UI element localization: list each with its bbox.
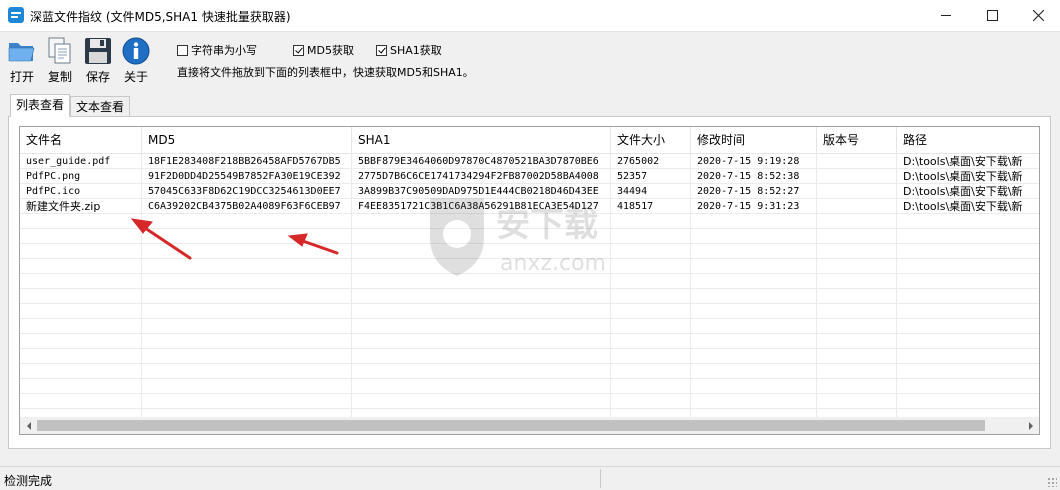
scrollbar-thumb[interactable]: [37, 420, 985, 431]
grid-line: [20, 288, 1039, 289]
sha1-option[interactable]: SHA1获取: [376, 42, 442, 58]
hint-text: 直接将文件拖放到下面的列表框中，快速获取MD5和SHA1。: [177, 66, 474, 79]
about-button[interactable]: 关于: [118, 36, 154, 86]
cell-path: D:\tools\桌面\安下载\新: [903, 200, 1023, 213]
tab-text-view[interactable]: 文本查看: [70, 96, 131, 116]
md5-option[interactable]: MD5获取: [293, 42, 354, 58]
cell-version: [817, 184, 897, 199]
cell-md5: 57045C633F8D62C19DCC3254613D0EE7: [148, 186, 341, 197]
resize-grip-icon[interactable]: [1047, 477, 1057, 487]
tab-list-view-label: 列表查看: [16, 98, 65, 112]
cell-md5: 18F1E283408F218BB26458AFD5767DB5: [148, 156, 341, 167]
about-label: 关于: [123, 70, 148, 84]
cell-sha1: 5BBF879E3464060D97870C4870521BA3D7870BE6: [358, 156, 599, 167]
list-header: 文件名 MD5 SHA1 文件大小 修改时间 版本号 路径: [20, 127, 1039, 154]
cell-version: [817, 169, 897, 184]
cell-filename: PdfPC.png: [26, 171, 81, 182]
cell-filename: 新建文件夹.zip: [26, 200, 101, 213]
close-icon: [1032, 10, 1044, 21]
grid-line: [20, 393, 1039, 394]
chevron-left-icon: [26, 421, 31, 430]
maximize-button[interactable]: [969, 0, 1015, 31]
cell-filename: PdfPC.ico: [26, 186, 81, 197]
column-header-md5[interactable]: MD5: [142, 127, 352, 153]
copy-label: 复制: [47, 70, 72, 84]
grid-line: [20, 363, 1039, 364]
column-header-sha1[interactable]: SHA1: [352, 127, 611, 153]
lowercase-label: 字符串为小写: [191, 44, 257, 57]
status-separator: [600, 469, 601, 488]
chevron-right-icon: [1028, 421, 1033, 430]
cell-md5: C6A39202CB4375B02A4089F63F6CEB97: [148, 201, 341, 212]
tab-text-view-label: 文本查看: [76, 100, 125, 114]
cell-modified: 2020-7-15 8:52:38: [697, 171, 800, 182]
shield-icon: 安下载 anxz.com: [430, 198, 606, 276]
cell-version: [817, 154, 897, 169]
watermark-logo: 安下载 anxz.com: [420, 190, 640, 283]
column-header-path[interactable]: 路径: [897, 127, 1039, 153]
cell-path: D:\tools\桌面\安下载\新: [903, 170, 1023, 183]
window-title: 深蓝文件指纹 (文件MD5,SHA1 快速批量获取器): [30, 10, 291, 24]
tab-list-view[interactable]: 列表查看: [10, 94, 71, 117]
column-header-filename[interactable]: 文件名: [20, 127, 142, 153]
lowercase-option[interactable]: 字符串为小写: [177, 42, 257, 58]
sha1-label: SHA1获取: [390, 44, 442, 57]
open-button[interactable]: 打开: [4, 36, 40, 86]
column-header-version[interactable]: 版本号: [817, 127, 897, 153]
folder-open-icon: [8, 43, 35, 62]
cell-sha1: 2775D7B6C6CE1741734294F2FB87002D58BA4008: [358, 171, 599, 182]
info-icon: [122, 37, 150, 65]
close-button[interactable]: [1015, 0, 1060, 31]
column-header-modified[interactable]: 修改时间: [691, 127, 817, 153]
open-label: 打开: [9, 70, 34, 84]
cell-size: 52357: [617, 171, 648, 182]
cell-size: 2765002: [617, 156, 660, 167]
md5-checkbox[interactable]: [293, 44, 304, 56]
lowercase-checkbox[interactable]: [177, 44, 188, 56]
status-text: 检测完成: [4, 474, 53, 488]
copy-icon: [48, 37, 71, 64]
cell-path: D:\tools\桌面\安下载\新: [903, 185, 1023, 198]
cell-modified: 2020-7-15 9:31:23: [697, 201, 800, 212]
maximize-icon: [986, 10, 998, 21]
save-icon: [85, 38, 111, 64]
title-bar: 深蓝文件指纹 (文件MD5,SHA1 快速批量获取器): [0, 0, 1060, 32]
grid-line: [20, 408, 1039, 409]
grid-line: [20, 348, 1039, 349]
sha1-checkbox[interactable]: [376, 44, 387, 56]
cell-path: D:\tools\桌面\安下载\新: [903, 155, 1023, 168]
watermark-brand: 安下载: [496, 205, 598, 245]
table-row[interactable]: PdfPC.png 91F2D0DD4D25549B7852FA30E19CE3…: [20, 169, 1039, 184]
cell-md5: 91F2D0DD4D25549B7852FA30E19CE392: [148, 171, 341, 182]
copy-button[interactable]: 复制: [42, 36, 78, 86]
cell-modified: 2020-7-15 9:19:28: [697, 156, 800, 167]
grid-line: [20, 303, 1039, 304]
grid-line: [20, 333, 1039, 334]
md5-label: MD5获取: [307, 44, 354, 57]
scroll-left-button[interactable]: [20, 417, 37, 434]
cell-filename: user_guide.pdf: [26, 156, 111, 167]
scroll-right-button[interactable]: [1022, 417, 1039, 434]
watermark-domain: anxz.com: [500, 251, 606, 276]
minimize-button[interactable]: [923, 0, 969, 31]
minimize-icon: [941, 15, 951, 16]
status-bar: 检测完成: [0, 466, 1060, 490]
save-button[interactable]: 保存: [80, 36, 116, 86]
grid-line: [20, 378, 1039, 379]
app-icon: [8, 7, 24, 23]
cell-version: [817, 199, 897, 214]
save-label: 保存: [85, 70, 110, 84]
table-row[interactable]: user_guide.pdf 18F1E283408F218BB26458AFD…: [20, 154, 1039, 169]
grid-line: [20, 318, 1039, 319]
column-header-size[interactable]: 文件大小: [611, 127, 691, 153]
cell-modified: 2020-7-15 8:52:27: [697, 186, 800, 197]
horizontal-scrollbar[interactable]: [20, 417, 1039, 434]
